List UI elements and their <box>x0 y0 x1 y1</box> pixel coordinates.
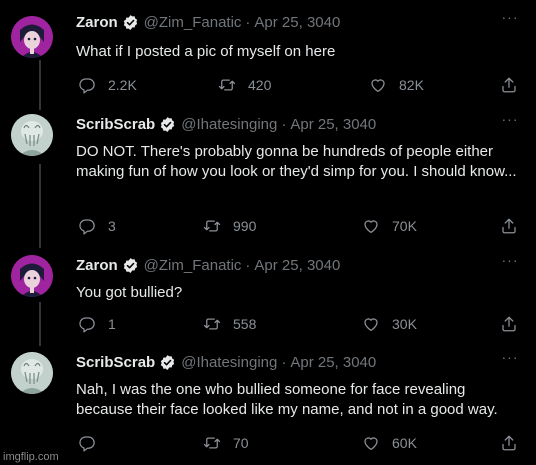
tweet-date[interactable]: Apr 25, 3040 <box>254 257 340 274</box>
verified-badge-icon <box>161 116 175 132</box>
retweet-count: 990 <box>233 218 257 234</box>
tweet-text: You got bullied? <box>76 284 183 301</box>
separator-dot: · <box>245 256 251 274</box>
retweet-icon <box>203 220 221 232</box>
user-handle[interactable]: @Ihatesinging <box>181 116 277 133</box>
avatar-zaron-image <box>11 255 53 297</box>
tweet-actions: 2.2K 420 82K <box>0 75 536 95</box>
tweet-header: ScribScrab @Ihatesinging · Apr 25, 3040 <box>76 114 376 134</box>
share-button[interactable] <box>500 314 518 334</box>
reply-count: 1 <box>108 316 116 332</box>
reply-icon <box>79 436 95 452</box>
tweet-text: DO NOT. There's probably gonna be hundre… <box>76 143 517 180</box>
separator-dot: · <box>281 353 287 371</box>
more-options-icon[interactable]: ··· <box>500 10 520 28</box>
display-name[interactable]: ScribScrab <box>76 116 155 133</box>
like-count: 30K <box>392 316 417 332</box>
verified-badge-icon <box>161 354 175 370</box>
tweet-text: What if I posted a pic of myself on here <box>76 43 336 60</box>
reply-button[interactable] <box>78 433 108 453</box>
retweet-count: 558 <box>233 316 257 332</box>
reply-count: 3 <box>108 218 116 234</box>
tweet-date[interactable]: Apr 25, 3040 <box>290 354 376 371</box>
share-button[interactable] <box>500 75 518 95</box>
tweet-header: Zaron @Zim_Fanatic · Apr 25, 3040 <box>76 12 340 32</box>
more-options-icon[interactable]: ··· <box>500 253 520 271</box>
avatar-scribscrab-image <box>11 114 53 156</box>
user-handle[interactable]: @Ihatesinging <box>181 354 277 371</box>
tweet-actions: 3 990 70K <box>0 216 536 236</box>
display-name[interactable]: ScribScrab <box>76 354 155 371</box>
share-icon <box>502 316 516 332</box>
tweet-date[interactable]: Apr 25, 3040 <box>290 116 376 133</box>
tweet-actions: 70 60K <box>0 433 536 453</box>
like-button[interactable]: 82K <box>369 75 424 95</box>
heart-icon <box>364 220 378 234</box>
user-handle[interactable]: @Zim_Fanatic <box>144 257 242 274</box>
reply-button[interactable]: 3 <box>78 216 116 236</box>
avatar[interactable] <box>11 114 53 156</box>
like-count: 60K <box>392 435 417 451</box>
user-handle[interactable]: @Zim_Fanatic <box>144 14 242 31</box>
tweet-date[interactable]: Apr 25, 3040 <box>254 14 340 31</box>
display-name[interactable]: Zaron <box>76 257 118 274</box>
display-name[interactable]: Zaron <box>76 14 118 31</box>
reply-button[interactable]: 2.2K <box>78 75 137 95</box>
tweet-actions: 1 558 30K <box>0 314 536 334</box>
retweet-icon <box>218 79 236 91</box>
share-icon <box>502 77 516 93</box>
like-count: 70K <box>392 218 417 234</box>
avatar[interactable] <box>11 255 53 297</box>
avatar[interactable] <box>11 352 53 394</box>
more-options-icon[interactable]: ··· <box>500 112 520 130</box>
retweet-button[interactable]: 420 <box>218 75 271 95</box>
like-count: 82K <box>399 77 424 93</box>
reply-count: 2.2K <box>108 77 137 93</box>
heart-icon <box>364 437 378 451</box>
like-button[interactable]: 60K <box>362 433 417 453</box>
retweet-count: 420 <box>248 77 272 93</box>
like-button[interactable]: 30K <box>362 314 417 334</box>
reply-icon <box>79 219 95 235</box>
tweet-text: Nah, I was the one who bullied someone f… <box>76 381 498 418</box>
verified-badge-icon <box>123 14 137 30</box>
more-options-icon[interactable]: ··· <box>500 350 520 368</box>
heart-icon <box>364 318 378 332</box>
reply-icon <box>79 317 95 333</box>
reply-button[interactable]: 1 <box>78 314 116 334</box>
retweet-icon <box>203 437 221 449</box>
separator-dot: · <box>245 13 251 31</box>
retweet-button[interactable]: 70 <box>203 433 249 453</box>
avatar-zaron-image <box>11 16 53 58</box>
separator-dot: · <box>281 115 287 133</box>
share-button[interactable] <box>500 216 518 236</box>
watermark: imgflip.com <box>3 451 59 463</box>
verified-badge-icon <box>123 257 137 273</box>
share-icon <box>502 435 516 451</box>
retweet-button[interactable]: 990 <box>203 216 256 236</box>
tweet-header: Zaron @Zim_Fanatic · Apr 25, 3040 <box>76 255 340 275</box>
avatar[interactable] <box>11 16 53 58</box>
avatar-scribscrab-image <box>11 352 53 394</box>
heart-icon <box>371 79 385 93</box>
tweet-header: ScribScrab @Ihatesinging · Apr 25, 3040 <box>76 352 376 372</box>
share-button[interactable] <box>500 433 518 453</box>
retweet-button[interactable]: 558 <box>203 314 256 334</box>
like-button[interactable]: 70K <box>362 216 417 236</box>
share-icon <box>502 218 516 234</box>
reply-icon <box>79 78 95 94</box>
retweet-count: 70 <box>233 435 249 451</box>
retweet-icon <box>203 318 221 330</box>
